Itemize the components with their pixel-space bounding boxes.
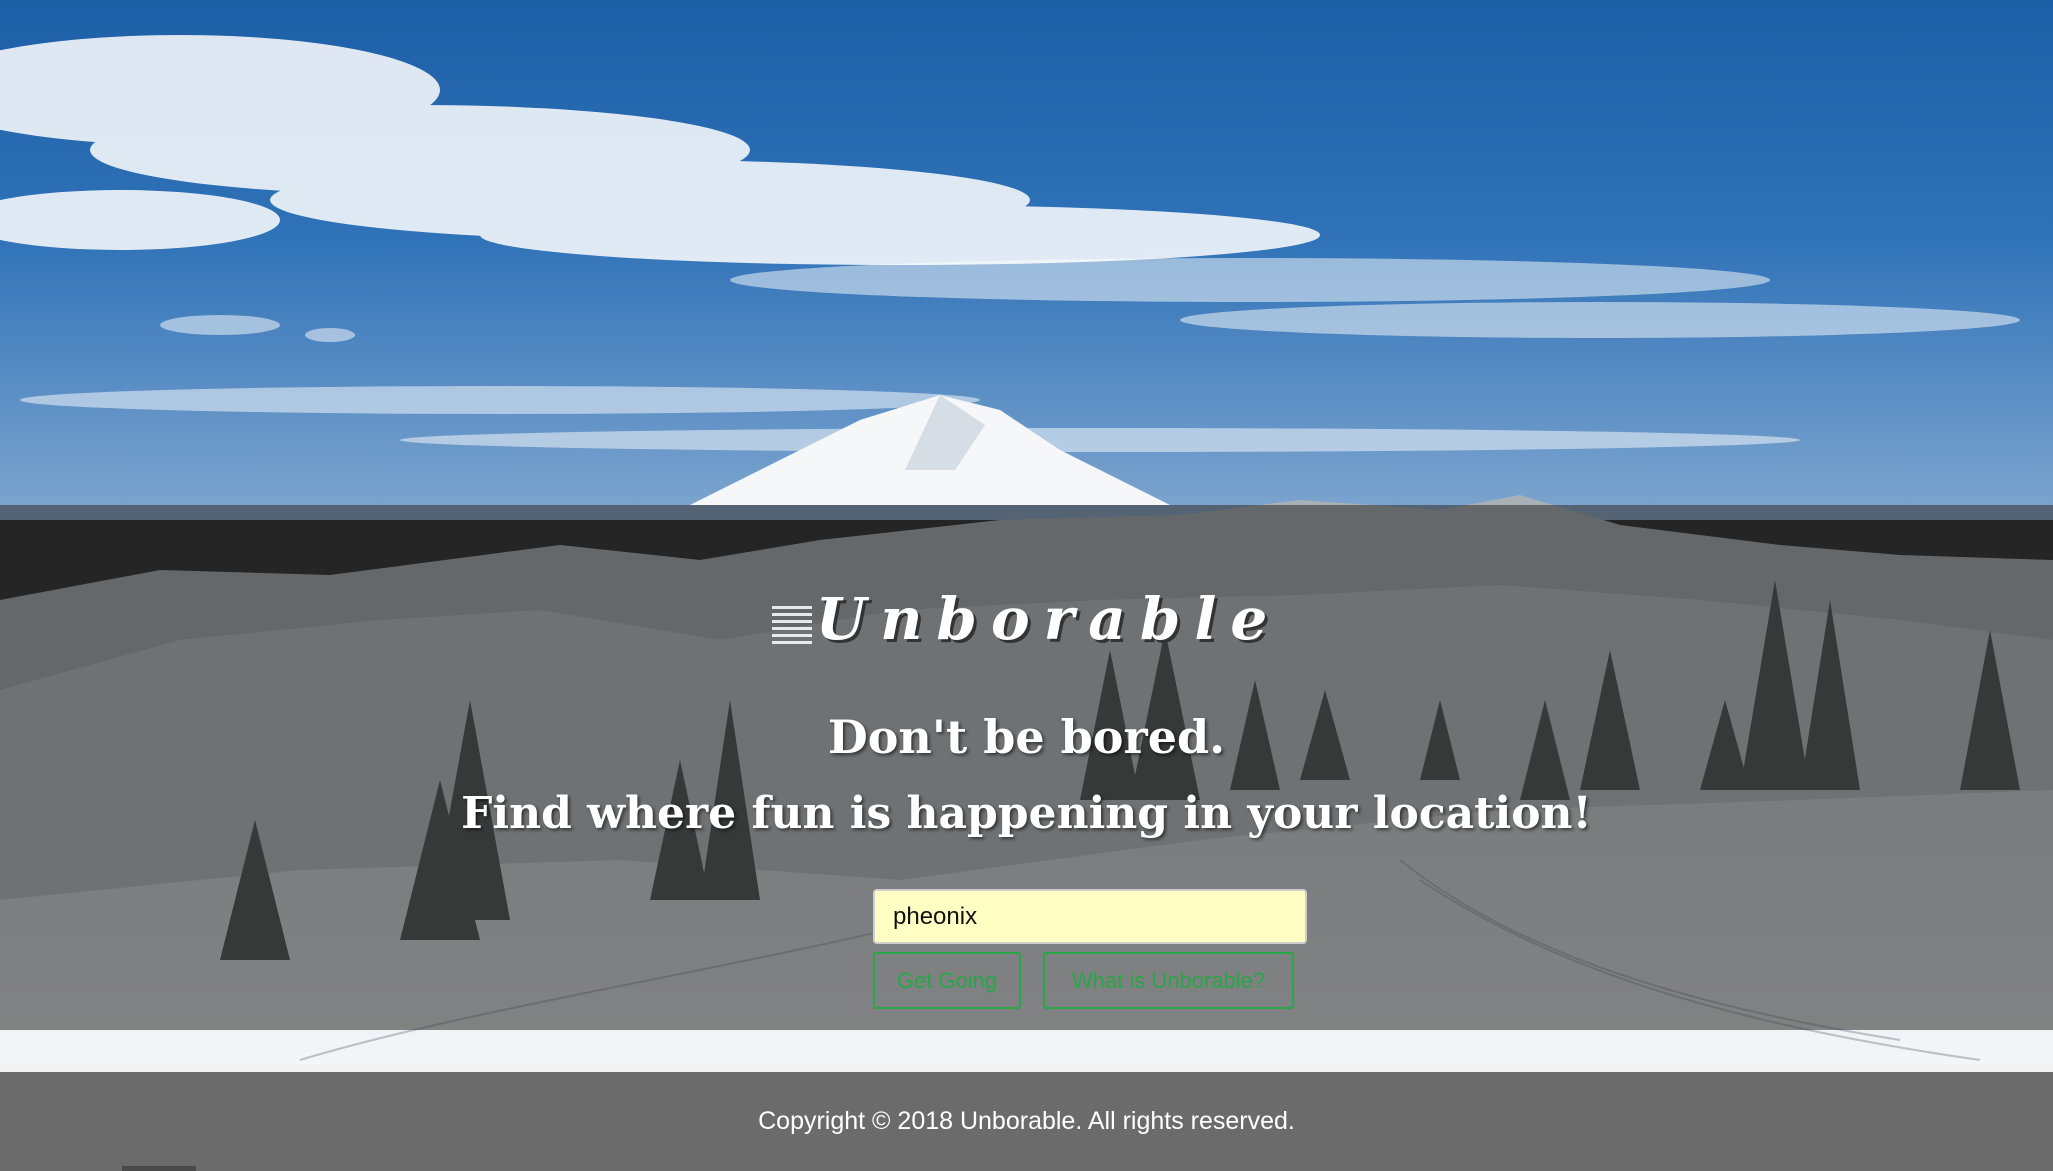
what-is-unborable-button[interactable]: What is Unborable? xyxy=(1043,952,1294,1009)
get-going-button[interactable]: Get Going xyxy=(873,952,1021,1009)
footer-divider xyxy=(0,1064,2053,1072)
speed-lines-icon xyxy=(771,604,812,644)
tagline-secondary: Find where fun is happening in your loca… xyxy=(461,788,1592,839)
landing-page: Unborable Don't be bored. Find where fun… xyxy=(0,0,2053,1171)
logo-text: Unborable xyxy=(815,585,1282,653)
horizontal-scrollbar-thumb[interactable] xyxy=(122,1166,196,1171)
site-footer: Copyright © 2018 Unborable. All rights r… xyxy=(0,1072,2053,1171)
site-logo[interactable]: Unborable xyxy=(0,585,2053,653)
tagline-primary: Don't be bored. xyxy=(827,710,1226,764)
hero-section: Unborable Don't be bored. Find where fun… xyxy=(0,505,2053,1030)
location-search-input[interactable] xyxy=(873,889,1307,944)
footer-copyright: Copyright © 2018 Unborable. All rights r… xyxy=(758,1107,1295,1135)
